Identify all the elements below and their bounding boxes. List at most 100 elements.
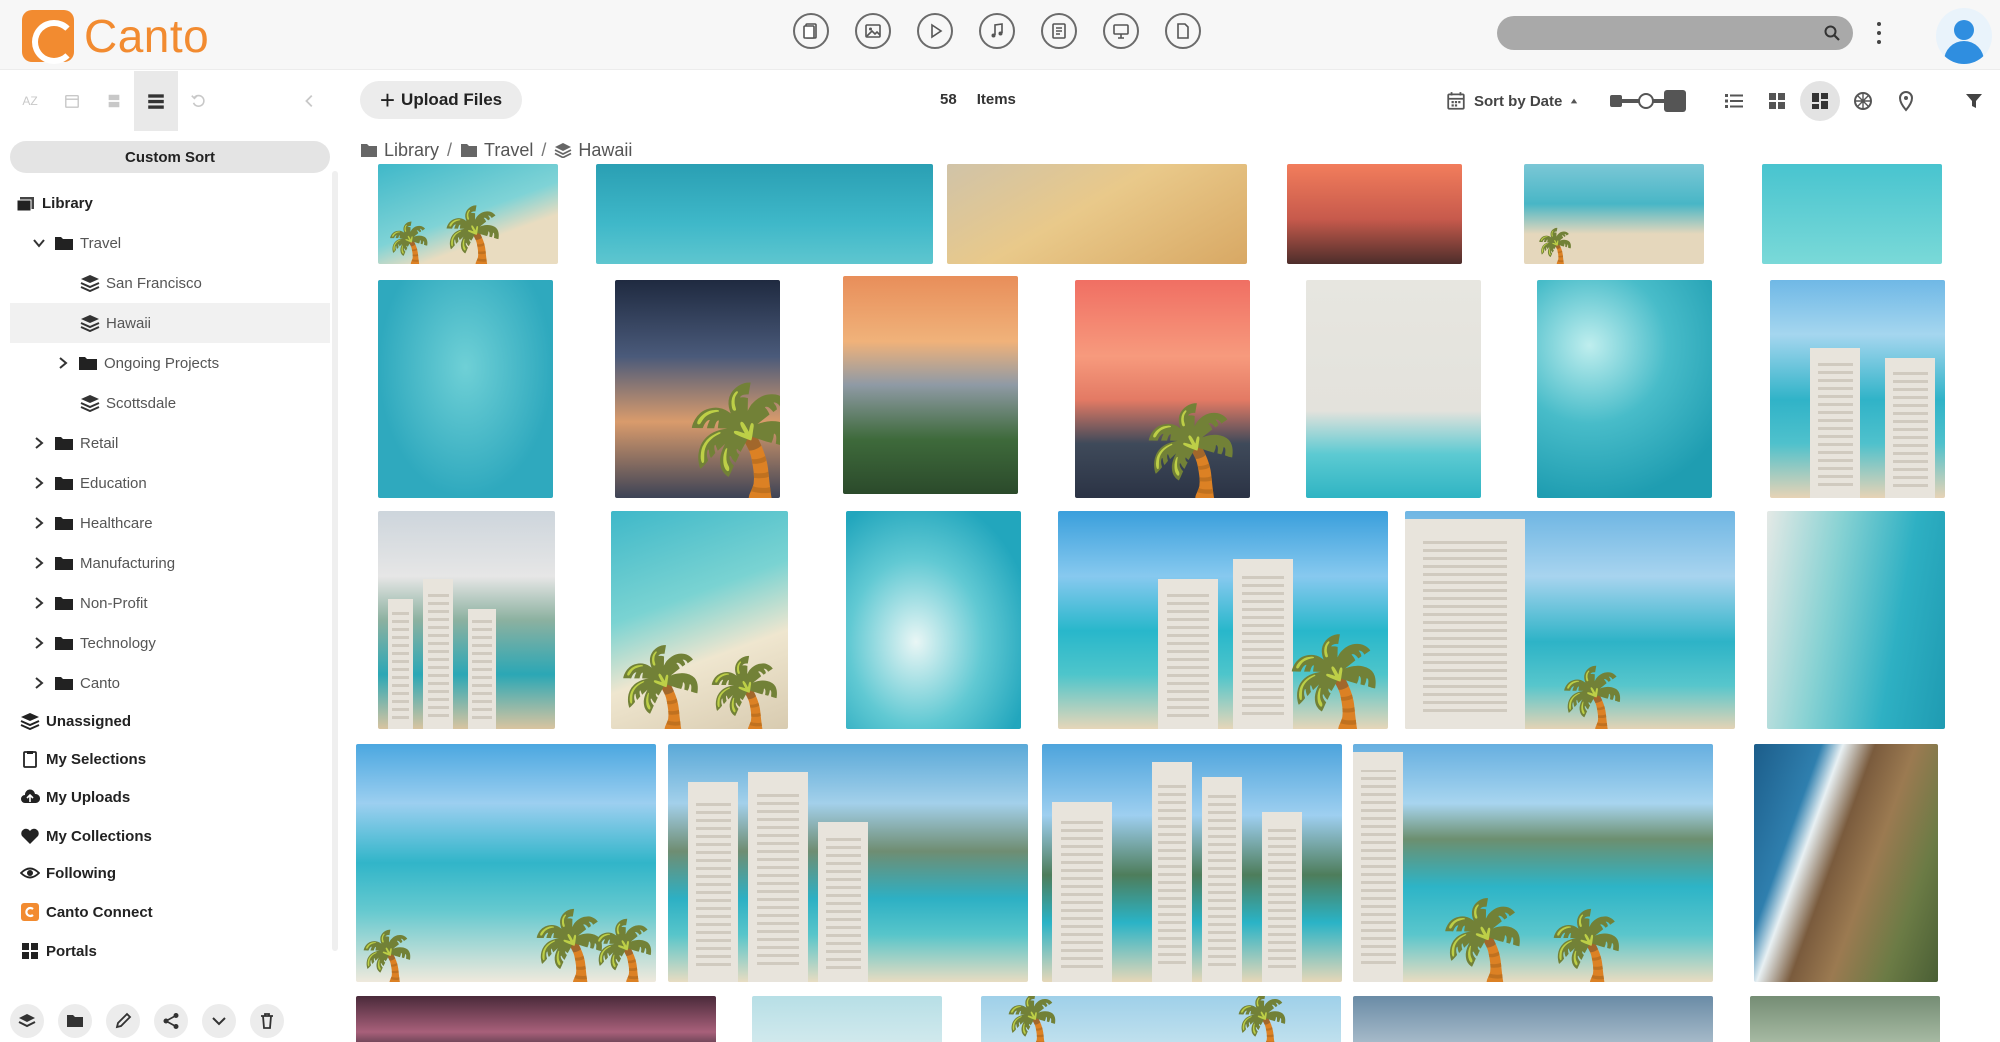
- tree-item-ongoing-projects[interactable]: Ongoing Projects: [56, 343, 219, 383]
- share-button[interactable]: [154, 1004, 188, 1038]
- asset-thumbnail[interactable]: 🌴: [1075, 280, 1250, 498]
- chevron-right-icon[interactable]: [32, 596, 46, 610]
- asset-thumbnail[interactable]: [1042, 744, 1342, 982]
- sidebar-item-canto-connect[interactable]: Canto Connect: [20, 892, 153, 932]
- asset-thumbnail[interactable]: [1770, 280, 1945, 498]
- color-view-button[interactable]: [1843, 81, 1883, 121]
- asset-thumbnail[interactable]: [1306, 280, 1481, 498]
- asset-thumbnail[interactable]: [1287, 164, 1462, 264]
- thumbnail-size-slider[interactable]: [1610, 89, 1686, 113]
- tree-item-manufacturing[interactable]: Manufacturing: [32, 543, 175, 583]
- tree-item-healthcare[interactable]: Healthcare: [32, 503, 153, 543]
- more-options-icon[interactable]: [1874, 18, 1884, 48]
- masonry-view-button[interactable]: [1800, 81, 1840, 121]
- chevron-right-icon[interactable]: [32, 636, 46, 650]
- upload-files-button[interactable]: + Upload Files: [360, 81, 522, 119]
- new-folder-button[interactable]: [58, 1004, 92, 1038]
- chevron-right-icon[interactable]: [32, 556, 46, 570]
- sidebar-item-unassigned[interactable]: Unassigned: [20, 701, 131, 741]
- tree-item-technology[interactable]: Technology: [32, 623, 156, 663]
- asset-thumbnail[interactable]: [1537, 280, 1712, 498]
- breadcrumb-travel[interactable]: Travel: [460, 140, 533, 161]
- asset-thumbnail[interactable]: 🌴 🌴: [378, 164, 558, 264]
- sidebar-item-following[interactable]: Following: [20, 853, 116, 893]
- breadcrumb-hawaii[interactable]: Hawaii: [554, 140, 632, 161]
- sort-alphabetical-icon[interactable]: AZ: [18, 89, 42, 113]
- asset-thumbnail[interactable]: 🌴 🌴 🌴: [356, 744, 656, 982]
- sort-dropdown[interactable]: Sort by Date: [1446, 91, 1578, 111]
- asset-thumbnail[interactable]: 🌴: [1405, 511, 1735, 729]
- asset-thumbnail[interactable]: 🌴: [1524, 164, 1704, 264]
- chevron-right-icon[interactable]: [32, 676, 46, 690]
- delete-button[interactable]: [250, 1004, 284, 1038]
- new-album-button[interactable]: [10, 1004, 44, 1038]
- tree-item-non-profit[interactable]: Non-Profit: [32, 583, 148, 623]
- asset-thumbnail[interactable]: [1750, 996, 1940, 1042]
- edit-button[interactable]: [106, 1004, 140, 1038]
- tree-item-scottsdale[interactable]: Scottsdale: [80, 383, 176, 423]
- undo-icon[interactable]: [186, 89, 210, 113]
- asset-thumbnail[interactable]: [1767, 511, 1945, 729]
- asset-thumbnail[interactable]: [846, 511, 1021, 729]
- map-view-button[interactable]: [1886, 81, 1926, 121]
- search-input[interactable]: [1497, 16, 1853, 50]
- asset-thumbnail[interactable]: 🌴 🌴: [981, 996, 1341, 1042]
- asset-thumbnail[interactable]: [1754, 744, 1938, 982]
- other-file-filter-button[interactable]: [1165, 13, 1201, 49]
- breadcrumb-library[interactable]: Library: [360, 140, 439, 161]
- search-icon[interactable]: [1823, 24, 1841, 42]
- tree-item-san-francisco[interactable]: San Francisco: [80, 263, 202, 303]
- asset-thumbnail[interactable]: [356, 996, 716, 1042]
- chevron-right-icon[interactable]: [56, 356, 70, 370]
- heart-icon: [21, 828, 39, 844]
- sidebar-item-portals[interactable]: Portals: [20, 931, 97, 971]
- custom-sort-icon[interactable]: [134, 71, 178, 131]
- canto-logo[interactable]: Canto: [22, 10, 209, 64]
- more-actions-button[interactable]: [202, 1004, 236, 1038]
- chevron-right-icon[interactable]: [32, 516, 46, 530]
- chevron-right-icon[interactable]: [32, 476, 46, 490]
- sidebar-item-my-selections[interactable]: My Selections: [20, 739, 146, 779]
- album-icon: [20, 713, 40, 730]
- asset-thumbnail[interactable]: [378, 280, 553, 498]
- presentation-filter-button[interactable]: [1103, 13, 1139, 49]
- asset-thumbnail[interactable]: [596, 164, 933, 264]
- sidebar-scrollbar[interactable]: [332, 171, 338, 951]
- tree-item-travel[interactable]: Travel: [32, 223, 121, 263]
- asset-thumbnail[interactable]: 🌴: [615, 280, 780, 498]
- masonry-view-icon: [1812, 93, 1828, 109]
- user-avatar[interactable]: [1936, 8, 1992, 64]
- asset-thumbnail[interactable]: [1353, 996, 1713, 1042]
- asset-thumbnail[interactable]: 🌴 🌴: [611, 511, 788, 729]
- asset-thumbnail[interactable]: [378, 511, 555, 729]
- chevron-down-icon[interactable]: [32, 236, 46, 250]
- calendar-icon[interactable]: [60, 89, 84, 113]
- image-filter-button[interactable]: [855, 13, 891, 49]
- document-filter-button[interactable]: [793, 13, 829, 49]
- list-view-button[interactable]: [1714, 81, 1754, 121]
- tree-item-canto[interactable]: Canto: [32, 663, 120, 703]
- sidebar-item-my-uploads[interactable]: My Uploads: [20, 777, 130, 817]
- asset-thumbnail[interactable]: 🌴: [1058, 511, 1388, 729]
- database-icon[interactable]: [102, 89, 126, 113]
- collapse-sidebar-icon[interactable]: [298, 89, 322, 113]
- tree-item-retail[interactable]: Retail: [32, 423, 118, 463]
- audio-filter-button[interactable]: [979, 13, 1015, 49]
- chevron-right-icon[interactable]: [32, 436, 46, 450]
- filter-button[interactable]: [1954, 81, 1994, 121]
- asset-thumbnail[interactable]: [752, 996, 942, 1042]
- text-filter-button[interactable]: [1041, 13, 1077, 49]
- custom-sort-button[interactable]: Custom Sort: [10, 141, 330, 173]
- asset-thumbnail[interactable]: [1762, 164, 1942, 264]
- asset-thumbnail[interactable]: [947, 164, 1247, 264]
- sidebar-item-my-collections[interactable]: My Collections: [20, 816, 152, 856]
- tree-item-library[interactable]: Library: [16, 183, 93, 223]
- tree-item-hawaii[interactable]: Hawaii: [10, 303, 330, 343]
- asset-thumbnail[interactable]: [668, 744, 1028, 982]
- asset-thumbnail[interactable]: [843, 276, 1018, 494]
- asset-thumbnail[interactable]: 🌴 🌴: [1353, 744, 1713, 982]
- tree-item-education[interactable]: Education: [32, 463, 147, 503]
- grid-view-button[interactable]: [1757, 81, 1797, 121]
- slider-handle[interactable]: [1638, 93, 1654, 109]
- video-filter-button[interactable]: [917, 13, 953, 49]
